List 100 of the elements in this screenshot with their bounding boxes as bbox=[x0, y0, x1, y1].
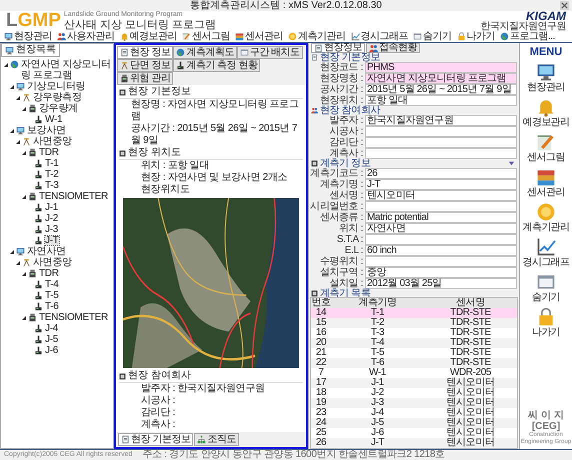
text-field[interactable]: 자연사면 지상모니터링 프로그램 bbox=[365, 73, 517, 84]
tree-item[interactable]: T-6 bbox=[44, 301, 60, 312]
table-row[interactable]: 17 J-1 텐시오미터 bbox=[311, 378, 517, 388]
tree-item[interactable]: 강우량측정 bbox=[32, 92, 83, 103]
text-field[interactable]: 포항 일대 bbox=[365, 95, 517, 106]
tree-item[interactable]: W-1 bbox=[44, 114, 64, 125]
tree-item[interactable]: TENSIOMETER bbox=[38, 312, 109, 323]
tab[interactable]: 계측계획도 bbox=[173, 46, 237, 59]
text-field[interactable]: PHMS bbox=[365, 62, 517, 73]
table-row[interactable]: 20 T-4 TDR-STE bbox=[311, 338, 517, 348]
tree-item[interactable]: J-3 bbox=[44, 224, 59, 235]
tree-toggle-icon[interactable] bbox=[9, 128, 15, 134]
section-title: 현장 참여회사 bbox=[320, 106, 380, 115]
tree-toggle-icon[interactable] bbox=[21, 315, 27, 321]
tab[interactable]: 위험 관리 bbox=[117, 72, 174, 85]
toolbar-button[interactable]: 센서관리 bbox=[234, 32, 284, 42]
tree-toggle-icon[interactable] bbox=[21, 150, 27, 156]
tree-item[interactable]: J-5 bbox=[44, 334, 59, 345]
text-field[interactable]: J-T bbox=[365, 179, 517, 190]
text-field[interactable] bbox=[365, 256, 517, 267]
text-field[interactable]: Matric potential bbox=[365, 212, 517, 223]
text-field[interactable] bbox=[365, 234, 517, 245]
table-row[interactable]: 24 J-5 텐시오미터 bbox=[311, 418, 517, 428]
tree-item[interactable]: T-5 bbox=[44, 290, 60, 301]
tab[interactable]: 계측기 측정 현황 bbox=[173, 59, 260, 72]
menu-title: MENU bbox=[530, 46, 562, 58]
tree-toggle-icon[interactable] bbox=[21, 194, 27, 200]
menu-button[interactable]: 경시그래프 bbox=[522, 237, 570, 268]
text-field[interactable]: 자연사면 bbox=[365, 223, 517, 234]
tree-item[interactable]: 보강사면 bbox=[26, 125, 67, 136]
text-field[interactable]: 2015년 5월 26일 ~ 2015년 7월 9일 bbox=[365, 84, 517, 95]
tree-item[interactable]: 자연사면 지상모니터링 프로그램 bbox=[20, 59, 113, 81]
text-field[interactable] bbox=[365, 126, 517, 137]
toolbar-button[interactable]: 프로그램... bbox=[499, 32, 556, 42]
table-cell-text: 24 bbox=[314, 418, 328, 428]
toolbar-button[interactable]: 예경보관리 bbox=[118, 32, 178, 42]
tree-item[interactable]: T-3 bbox=[44, 180, 60, 191]
tree-item[interactable]: J-1 bbox=[44, 202, 59, 213]
text-field[interactable] bbox=[365, 148, 517, 159]
table-row[interactable]: 26 J-T 텐시오미터 bbox=[311, 438, 517, 448]
menu-button[interactable]: 계측기관리 bbox=[522, 202, 570, 233]
tree-item[interactable]: J-2 bbox=[44, 213, 59, 224]
text-field[interactable] bbox=[365, 201, 517, 212]
tab[interactable]: 현장 기본정보 bbox=[118, 433, 194, 446]
tree-item[interactable]: T-2 bbox=[44, 169, 60, 180]
tab[interactable]: 현장 정보 bbox=[117, 46, 174, 59]
tree-toggle-icon[interactable] bbox=[15, 260, 21, 266]
table-row[interactable]: 19 J-3 텐시오미터 bbox=[311, 398, 517, 408]
tree-item[interactable]: TDR bbox=[38, 268, 60, 279]
tree-toggle-icon[interactable] bbox=[21, 271, 27, 277]
field-label: 발주자 : bbox=[328, 115, 364, 126]
tree-item[interactable]: 사면중앙 bbox=[32, 257, 73, 268]
toolbar-button[interactable]: 현장관리 bbox=[3, 32, 53, 42]
text-field[interactable]: 텐시오미터 bbox=[365, 190, 517, 201]
tree-item[interactable]: J-T bbox=[44, 235, 60, 246]
toolbar-button[interactable]: 숨기기 bbox=[412, 32, 452, 42]
tree-item[interactable]: TENSIOMETER bbox=[38, 191, 109, 202]
monitor-icon bbox=[4, 32, 13, 41]
text-field[interactable]: 2012월 03월 25일 bbox=[365, 278, 517, 289]
text-field[interactable] bbox=[365, 137, 517, 148]
menu-button[interactable]: 숨기기 bbox=[532, 272, 560, 303]
tree-item[interactable]: TDR bbox=[38, 147, 60, 158]
close-button[interactable] bbox=[560, 1, 569, 10]
tree-toggle-icon[interactable] bbox=[9, 249, 15, 255]
tab[interactable]: 조직도 bbox=[194, 433, 239, 446]
text-field[interactable]: 중앙 bbox=[365, 267, 517, 278]
menu-button[interactable]: 센서그림 bbox=[527, 132, 565, 163]
tree-toggle-icon[interactable] bbox=[3, 62, 9, 68]
tab[interactable]: 구간 배치도 bbox=[236, 46, 303, 59]
toolbar-button[interactable]: 계측기관리 bbox=[287, 32, 346, 42]
tree-item[interactable]: T-4 bbox=[44, 279, 60, 290]
tree-item[interactable]: J-4 bbox=[44, 323, 59, 334]
menu-button[interactable]: 현장관리 bbox=[527, 62, 565, 93]
tree-item[interactable]: J-6 bbox=[44, 345, 59, 356]
table-row[interactable]: 15 T-2 TDR-STE bbox=[311, 318, 517, 328]
text-field[interactable]: 60 inch bbox=[365, 245, 517, 256]
table-row[interactable]: 22 T-6 TDR-STE bbox=[311, 358, 517, 368]
tree-item[interactable]: T-1 bbox=[44, 158, 60, 169]
table-cell-text: 25 bbox=[314, 428, 328, 438]
tree-toggle-icon[interactable] bbox=[15, 95, 21, 101]
toolbar-button[interactable]: 나가기 bbox=[456, 32, 496, 42]
toolbar-button[interactable]: 사용자관리 bbox=[56, 32, 116, 42]
text-field[interactable]: 한국지질자원연구원 bbox=[365, 115, 517, 126]
menu-button[interactable]: 센서관리 bbox=[527, 167, 565, 198]
menu-button[interactable]: 예경보관리 bbox=[522, 97, 570, 128]
toolbar-button[interactable]: 센서그림 bbox=[181, 32, 231, 42]
tree-item[interactable]: 강우량계 bbox=[38, 103, 79, 114]
tree-toggle-icon[interactable] bbox=[21, 106, 27, 112]
collapse-arrow-icon[interactable] bbox=[508, 160, 515, 167]
tree-item[interactable]: 자연사면 bbox=[26, 246, 67, 257]
text-field[interactable]: 26 bbox=[365, 168, 517, 179]
tree-toggle-icon[interactable] bbox=[9, 84, 15, 90]
toolbar-button[interactable]: 경시그래프 bbox=[350, 32, 409, 42]
tree-item[interactable]: 사면중앙 bbox=[32, 136, 73, 147]
menu-button[interactable]: 나가기 bbox=[532, 307, 560, 338]
tab[interactable]: 단면 정보 bbox=[117, 59, 174, 72]
tree-item[interactable]: 기상모니터링 bbox=[26, 81, 86, 92]
panel-tab[interactable]: 현장목록 bbox=[1, 44, 60, 57]
tree-toggle-icon[interactable] bbox=[15, 139, 21, 145]
table-row[interactable]: 14 T-1 TDR-STE bbox=[311, 308, 517, 318]
